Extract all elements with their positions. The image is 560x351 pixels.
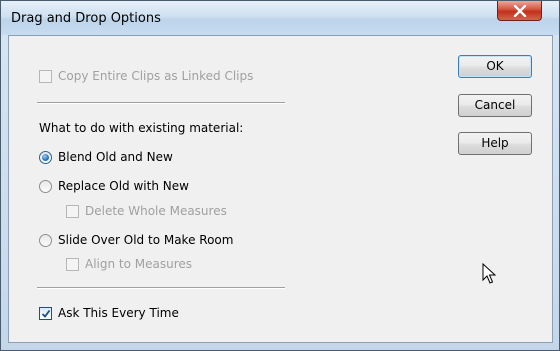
divider-top bbox=[37, 102, 285, 104]
slide-over-radio[interactable] bbox=[39, 233, 52, 247]
blend-label: Blend Old and New bbox=[58, 150, 173, 164]
group-heading: What to do with existing material: bbox=[39, 121, 243, 135]
copy-linked-clips-checkbox[interactable] bbox=[39, 69, 52, 83]
close-button[interactable] bbox=[497, 1, 542, 21]
ask-every-time-option[interactable]: Ask This Every Time bbox=[39, 306, 179, 320]
slide-over-label: Slide Over Old to Make Room bbox=[58, 233, 234, 247]
delete-whole-measures-label: Delete Whole Measures bbox=[85, 204, 227, 218]
cancel-button[interactable]: Cancel bbox=[458, 94, 532, 117]
align-measures-option[interactable]: Align to Measures bbox=[66, 257, 192, 271]
slide-over-option[interactable]: Slide Over Old to Make Room bbox=[39, 233, 233, 247]
align-measures-checkbox[interactable] bbox=[66, 257, 79, 271]
replace-label: Replace Old with New bbox=[58, 179, 189, 193]
replace-radio[interactable] bbox=[39, 179, 52, 193]
dialog-title: Drag and Drop Options bbox=[11, 11, 161, 26]
dialog-window: Drag and Drop Options Copy Entire Clips … bbox=[0, 0, 560, 351]
blend-option[interactable]: Blend Old and New bbox=[39, 150, 173, 164]
ask-every-time-label: Ask This Every Time bbox=[58, 306, 179, 320]
checkmark-icon bbox=[41, 309, 51, 318]
copy-linked-clips-label: Copy Entire Clips as Linked Clips bbox=[58, 69, 254, 83]
ok-button[interactable]: OK bbox=[458, 55, 532, 78]
delete-whole-measures-checkbox[interactable] bbox=[66, 204, 79, 218]
help-button[interactable]: Help bbox=[458, 132, 532, 155]
mouse-pointer-icon bbox=[482, 263, 496, 284]
existing-material-label: What to do with existing material: bbox=[39, 121, 244, 135]
replace-option[interactable]: Replace Old with New bbox=[39, 179, 189, 193]
divider-bottom bbox=[37, 287, 285, 289]
blend-radio[interactable] bbox=[39, 150, 52, 164]
align-measures-label: Align to Measures bbox=[85, 257, 193, 271]
copy-linked-clips-option[interactable]: Copy Entire Clips as Linked Clips bbox=[39, 69, 253, 83]
title-bar[interactable]: Drag and Drop Options bbox=[1, 1, 559, 35]
delete-whole-measures-option[interactable]: Delete Whole Measures bbox=[66, 204, 227, 218]
ask-every-time-checkbox[interactable] bbox=[39, 306, 52, 320]
close-icon bbox=[513, 5, 527, 17]
